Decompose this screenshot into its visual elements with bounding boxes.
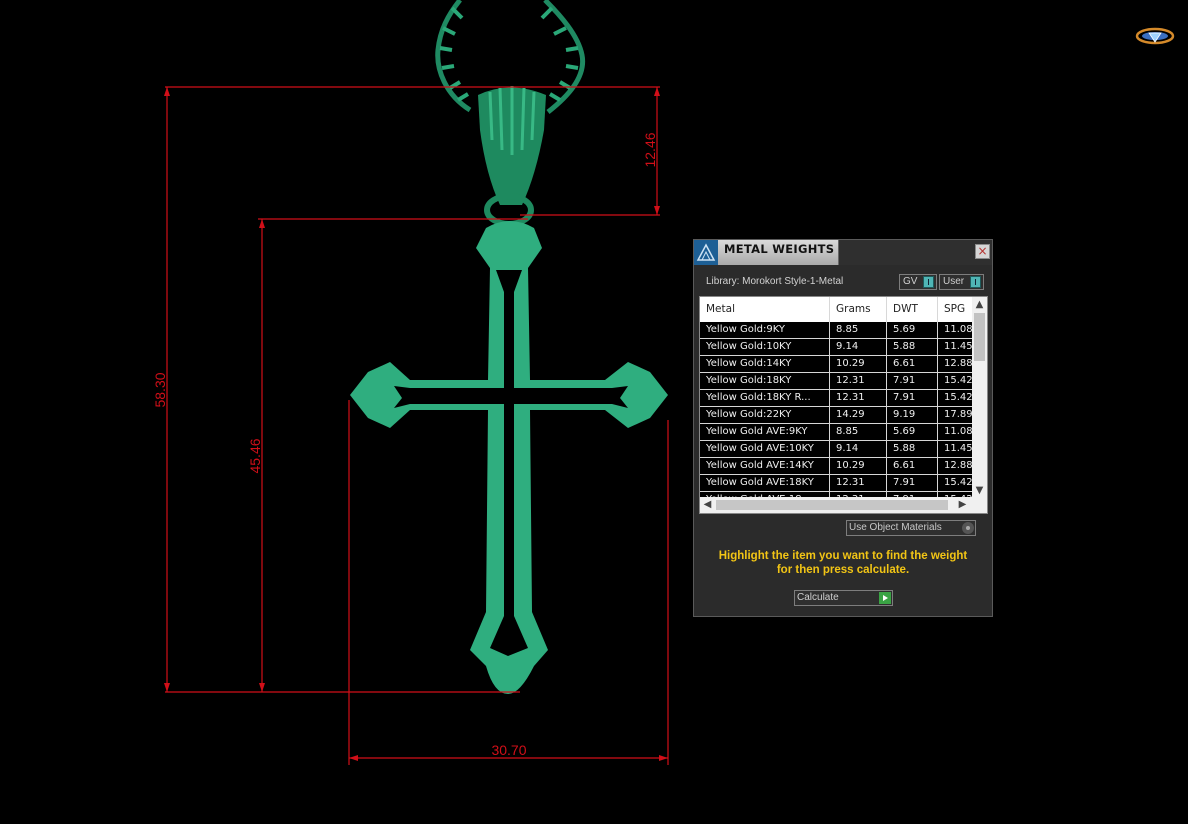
cell-grams: 12.31 bbox=[829, 390, 886, 406]
table-row[interactable]: Yellow Gold:18KY 12.31 7.91 15.42 bbox=[700, 373, 974, 390]
play-arrow-icon[interactable] bbox=[879, 592, 891, 604]
panel-titlebar[interactable]: METAL WEIGHTS × bbox=[694, 240, 992, 265]
cell-dwt: 5.88 bbox=[886, 339, 937, 355]
cell-dwt: 7.91 bbox=[886, 475, 937, 491]
cell-grams: 9.14 bbox=[829, 339, 886, 355]
plugin-logo-icon bbox=[694, 240, 718, 265]
cell-grams: 10.29 bbox=[829, 356, 886, 372]
cell-dwt: 5.69 bbox=[886, 424, 937, 440]
metal-weights-panel: METAL WEIGHTS × Library: Morokort Style-… bbox=[693, 239, 993, 617]
cell-grams: 14.29 bbox=[829, 407, 886, 423]
dimension-label-total-height: 58.30 bbox=[152, 372, 168, 407]
cell-metal: Yellow Gold:18KY bbox=[706, 375, 792, 386]
use-object-materials-dropdown[interactable]: Use Object Materials bbox=[846, 520, 976, 536]
cell-metal: Yellow Gold:22KY bbox=[706, 409, 792, 420]
materials-dropdown-label: Use Object Materials bbox=[849, 522, 942, 533]
cell-metal: Yellow Gold AVE:14KY bbox=[706, 460, 814, 471]
table-row[interactable]: Yellow Gold:22KY 14.29 9.19 17.89 bbox=[700, 407, 974, 424]
calculate-button-label: Calculate bbox=[797, 592, 839, 603]
column-header-metal[interactable]: Metal bbox=[700, 297, 829, 322]
instructions-line-1: Highlight the item you want to find the … bbox=[718, 550, 968, 562]
table-header: Metal Grams DWT SPG bbox=[700, 297, 974, 323]
scroll-right-icon[interactable]: ▶ bbox=[955, 497, 970, 512]
dimension-label-width: 30.70 bbox=[491, 742, 526, 758]
cell-dwt: 6.61 bbox=[886, 356, 937, 372]
table-row[interactable]: Yellow Gold AVE:9KY 8.85 5.69 11.08 bbox=[700, 424, 974, 441]
table-row[interactable]: Yellow Gold:18KY R... 12.31 7.91 15.42 bbox=[700, 390, 974, 407]
gv-toggle-label: GV bbox=[903, 276, 918, 287]
cross-pendant bbox=[350, 221, 668, 694]
table-row[interactable]: Yellow Gold:14KY 10.29 6.61 12.88 bbox=[700, 356, 974, 373]
3d-viewport[interactable]: 58.30 45.46 12.46 30.70 bbox=[0, 0, 1188, 824]
cell-metal: Yellow Gold AVE:18KY bbox=[706, 477, 814, 488]
panel-title: METAL WEIGHTS bbox=[724, 242, 835, 256]
user-toggle-label: User bbox=[943, 276, 965, 287]
horizontal-scroll-thumb[interactable] bbox=[716, 500, 948, 510]
horizontal-scrollbar[interactable]: ◀ ▶ bbox=[700, 497, 987, 513]
close-button[interactable]: × bbox=[975, 244, 990, 259]
radio-button-icon[interactable] bbox=[962, 522, 974, 534]
gv-toggle[interactable]: GV bbox=[899, 274, 937, 290]
cell-dwt: 5.88 bbox=[886, 441, 937, 457]
cell-dwt: 7.91 bbox=[886, 390, 937, 406]
table-row[interactable]: Yellow Gold AVE:18KY 12.31 7.91 15.42 bbox=[700, 475, 974, 492]
cell-grams: 10.29 bbox=[829, 458, 886, 474]
column-header-dwt[interactable]: DWT bbox=[886, 297, 937, 322]
cell-grams: 8.85 bbox=[829, 322, 886, 338]
cell-dwt: 5.69 bbox=[886, 322, 937, 338]
scroll-down-icon[interactable]: ▼ bbox=[972, 483, 987, 498]
scroll-up-icon[interactable]: ▲ bbox=[972, 297, 987, 312]
dimension-label-bail-height: 12.46 bbox=[642, 132, 658, 167]
dimension-arrows bbox=[164, 87, 668, 761]
cell-metal: Yellow Gold:9KY bbox=[706, 324, 785, 335]
toggle-switch-icon bbox=[970, 276, 981, 288]
user-toggle[interactable]: User bbox=[939, 274, 984, 290]
library-label: Library: Morokort Style-1-Metal bbox=[706, 276, 844, 287]
instructions-text: Highlight the item you want to find the … bbox=[704, 549, 982, 577]
scroll-left-icon[interactable]: ◀ bbox=[700, 497, 715, 512]
calculate-button[interactable]: Calculate bbox=[794, 590, 893, 606]
metal-weights-table[interactable]: Metal Grams DWT SPG Yellow Gold:9KY 8.85 5… bbox=[699, 296, 988, 514]
column-header-grams[interactable]: Grams bbox=[829, 297, 886, 322]
cell-grams: 12.31 bbox=[829, 475, 886, 491]
vertical-scrollbar[interactable]: ▲ ▼ bbox=[972, 297, 987, 498]
cell-metal: Yellow Gold:14KY bbox=[706, 358, 792, 369]
toggle-switch-icon bbox=[923, 276, 934, 288]
pendant-bail bbox=[478, 86, 546, 227]
cell-metal: Yellow Gold AVE:10KY bbox=[706, 443, 814, 454]
cell-metal: Yellow Gold:10KY bbox=[706, 341, 792, 352]
table-row[interactable]: Yellow Gold:10KY 9.14 5.88 11.45 bbox=[700, 339, 974, 356]
cell-grams: 9.14 bbox=[829, 441, 886, 457]
table-row[interactable]: Yellow Gold AVE:10KY 9.14 5.88 11.45 bbox=[700, 441, 974, 458]
table-row[interactable]: Yellow Gold:9KY 8.85 5.69 11.08 bbox=[700, 322, 974, 339]
dimension-label-cross-height: 45.46 bbox=[247, 438, 263, 473]
app-logo-icon bbox=[1135, 27, 1175, 45]
cell-metal: Yellow Gold:18KY R... bbox=[706, 392, 811, 403]
cell-grams: 12.31 bbox=[829, 373, 886, 389]
cell-dwt: 9.19 bbox=[886, 407, 937, 423]
cell-metal: Yellow Gold AVE:9KY bbox=[706, 426, 808, 437]
cell-dwt: 7.91 bbox=[886, 373, 937, 389]
vertical-scroll-thumb[interactable] bbox=[974, 313, 985, 361]
instructions-line-2: for then press calculate. bbox=[776, 564, 910, 576]
dimension-lines bbox=[165, 86, 669, 765]
cell-dwt: 6.61 bbox=[886, 458, 937, 474]
table-body: Yellow Gold:9KY 8.85 5.69 11.08 Yellow Gold:… bbox=[700, 322, 974, 509]
table-row[interactable]: Yellow Gold AVE:14KY 10.29 6.61 12.88 bbox=[700, 458, 974, 475]
cell-grams: 8.85 bbox=[829, 424, 886, 440]
